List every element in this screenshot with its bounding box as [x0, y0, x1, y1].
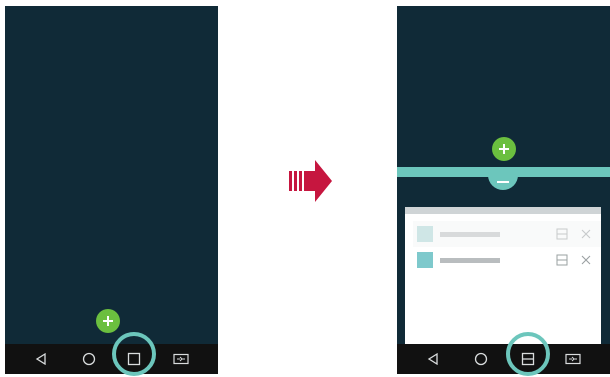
phone-after	[397, 6, 610, 376]
close-icon[interactable]	[580, 254, 592, 266]
app-title-placeholder	[440, 258, 500, 263]
arrow-right-icon	[289, 160, 332, 202]
panel-header	[405, 207, 601, 214]
phone-before	[5, 6, 218, 376]
dual-window-icon	[173, 353, 189, 365]
back-icon	[427, 353, 438, 365]
home-button[interactable]	[469, 344, 493, 374]
app-screen	[5, 6, 218, 344]
dual-window-button[interactable]	[561, 344, 585, 374]
plus-icon	[499, 144, 509, 154]
back-icon	[35, 353, 46, 365]
add-button[interactable]	[96, 309, 120, 333]
highlight-ring	[112, 332, 156, 376]
app-thumbnail	[417, 252, 433, 268]
highlight-ring	[506, 332, 550, 376]
home-icon	[474, 352, 488, 366]
home-icon	[82, 352, 96, 366]
split-icon[interactable]	[556, 228, 568, 240]
recent-apps-panel	[405, 207, 601, 344]
dual-window-button[interactable]	[169, 344, 193, 374]
back-button[interactable]	[29, 344, 53, 374]
navigation-bar	[397, 344, 610, 374]
app-thumbnail	[417, 226, 433, 242]
add-button[interactable]	[492, 137, 516, 161]
minus-icon	[497, 181, 509, 183]
close-icon[interactable]	[580, 228, 592, 240]
home-button[interactable]	[77, 344, 101, 374]
dual-window-icon	[565, 353, 581, 365]
recent-app-item[interactable]	[413, 247, 601, 273]
split-icon[interactable]	[556, 254, 568, 266]
back-button[interactable]	[421, 344, 445, 374]
plus-icon	[103, 316, 113, 326]
recent-app-item[interactable]	[413, 221, 601, 247]
app-title-placeholder	[440, 232, 500, 237]
